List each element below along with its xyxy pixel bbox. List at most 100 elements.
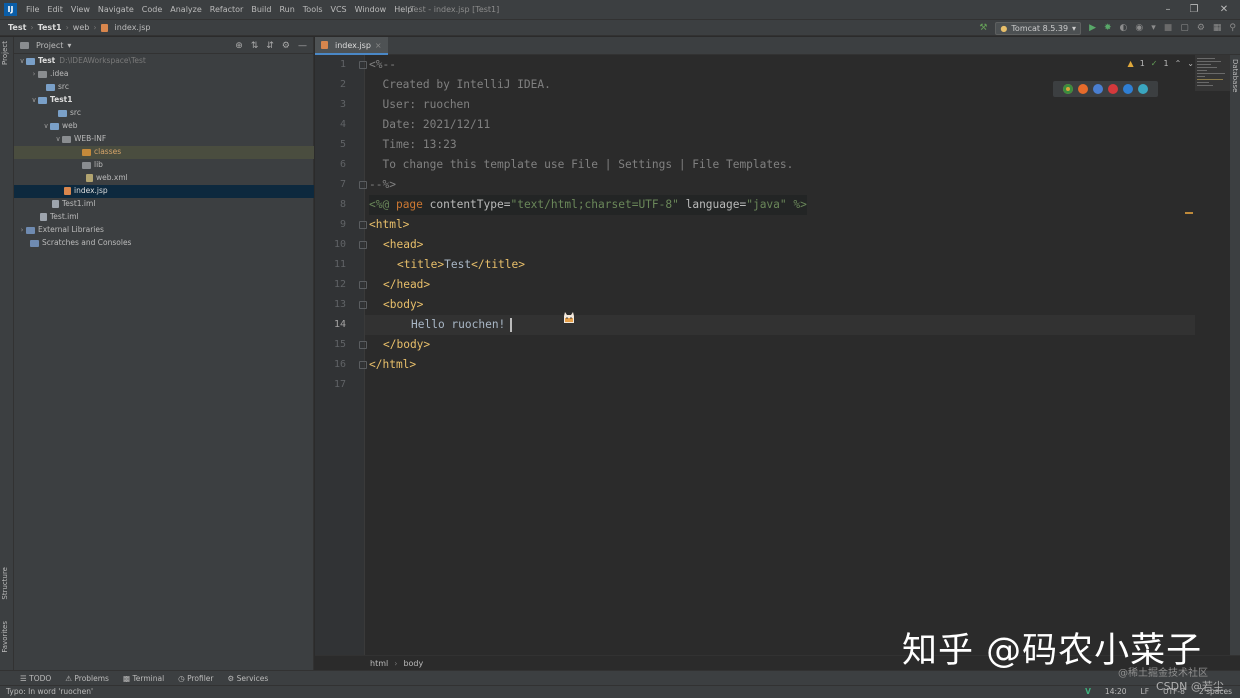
run-configuration-select[interactable]: ● Tomcat 8.5.39 ▾ <box>995 22 1081 35</box>
breadcrumb-html[interactable]: html <box>370 659 388 668</box>
fold-marker-icon[interactable] <box>359 281 367 289</box>
more-run-chevron-icon[interactable]: ▾ <box>1151 23 1156 33</box>
chevron-right-icon[interactable]: › <box>30 68 38 81</box>
close-window-icon[interactable]: ✕ <box>1212 0 1236 19</box>
build-hammer-icon[interactable]: ⚒ <box>979 23 987 33</box>
fold-marker-icon[interactable] <box>359 361 367 369</box>
vcs-icon[interactable]: ▢ <box>1180 23 1189 33</box>
minimize-icon[interactable]: – <box>1156 0 1180 19</box>
project-view-label[interactable]: Project <box>36 41 63 50</box>
tree-item-classes[interactable]: classes <box>14 146 314 159</box>
caret-position[interactable]: 14:20 <box>1105 686 1127 698</box>
favorites-tool-button[interactable]: Favorites <box>1 621 9 653</box>
tree-item-idea[interactable]: › .idea <box>14 68 314 81</box>
tree-label: Scratches and Consoles <box>42 237 131 250</box>
tree-item-web[interactable]: ∨ web <box>14 120 314 133</box>
warning-marker[interactable] <box>1185 212 1193 214</box>
tree-item-test1-src[interactable]: src <box>14 107 314 120</box>
breadcrumb-project[interactable]: Test <box>8 20 26 36</box>
chrome-icon[interactable] <box>1063 84 1073 94</box>
menu-navigate[interactable]: Navigate <box>94 0 138 19</box>
tree-item-lib[interactable]: lib <box>14 159 314 172</box>
menu-edit[interactable]: Edit <box>43 0 67 19</box>
menu-run[interactable]: Run <box>275 0 298 19</box>
tree-item-web-inf[interactable]: ∨ WEB-INF <box>14 133 314 146</box>
menu-file[interactable]: File <box>22 0 43 19</box>
problems-tool-button[interactable]: ⚠ Problems <box>65 674 109 683</box>
menu-analyze[interactable]: Analyze <box>166 0 206 19</box>
tree-item-test1[interactable]: ∨ Test1 <box>14 94 314 107</box>
tree-item-test-iml[interactable]: Test.iml <box>14 211 314 224</box>
fold-marker-icon[interactable] <box>359 241 367 249</box>
code-editor[interactable]: 1 2 3 4 5 6 7 8 9 10 11 12 13 14 15 16 1… <box>315 55 1240 655</box>
breadcrumb-folder[interactable]: web <box>73 20 90 36</box>
chevron-down-icon[interactable]: ∨ <box>18 55 26 68</box>
previous-highlight-icon[interactable]: ⌃ <box>1175 59 1182 68</box>
menu-refactor[interactable]: Refactor <box>206 0 248 19</box>
tree-item-src[interactable]: src <box>14 81 314 94</box>
menu-code[interactable]: Code <box>138 0 166 19</box>
coverage-icon[interactable]: ◐ <box>1120 23 1128 33</box>
profile-icon[interactable]: ◉ <box>1135 23 1143 33</box>
tree-item-external-libraries[interactable]: › External Libraries <box>14 224 314 237</box>
stop-icon[interactable]: ■ <box>1164 23 1173 33</box>
database-tool-button[interactable]: Database <box>1231 59 1239 92</box>
gear-icon[interactable]: ⚙ <box>282 41 290 51</box>
breadcrumb-module[interactable]: Test1 <box>38 20 62 36</box>
code-minimap[interactable] <box>1195 55 1230 91</box>
tree-item-index-jsp[interactable]: index.jsp <box>14 185 314 198</box>
safari-icon[interactable] <box>1093 84 1103 94</box>
menu-tools[interactable]: Tools <box>299 0 327 19</box>
hide-panel-icon[interactable]: — <box>298 41 307 51</box>
terminal-tool-button[interactable]: ▩ Terminal <box>123 674 164 683</box>
run-icon[interactable]: ▶ <box>1089 23 1096 33</box>
tree-item-test1-iml[interactable]: Test1.iml <box>14 198 314 211</box>
menu-view[interactable]: View <box>67 0 94 19</box>
opera-icon[interactable] <box>1108 84 1118 94</box>
search-icon[interactable]: ⚲ <box>1229 23 1236 33</box>
collapse-all-icon[interactable]: ⇵ <box>266 41 274 51</box>
fold-marker-icon[interactable] <box>359 221 367 229</box>
fold-marker-icon[interactable] <box>359 61 367 69</box>
breadcrumb-body[interactable]: body <box>403 659 423 668</box>
line-number-gutter[interactable]: 1 2 3 4 5 6 7 8 9 10 11 12 13 14 15 16 1… <box>315 55 365 655</box>
edge-icon[interactable] <box>1138 84 1148 94</box>
inspection-widget[interactable]: ▲ 1 ✓ 1 ⌃ ⌄ <box>1128 59 1194 68</box>
project-structure-icon[interactable]: ▦ <box>1213 23 1222 33</box>
menu-window[interactable]: Window <box>351 0 391 19</box>
locate-icon[interactable]: ⊕ <box>235 41 243 51</box>
fold-marker-icon[interactable] <box>359 181 367 189</box>
ie-icon[interactable] <box>1123 84 1133 94</box>
todo-tool-button[interactable]: ☰ TODO <box>20 674 51 683</box>
chevron-down-icon[interactable]: ∨ <box>54 133 62 146</box>
fold-marker-icon[interactable] <box>359 341 367 349</box>
line-separator[interactable]: LF <box>1141 686 1150 698</box>
debug-icon[interactable]: ✸ <box>1104 23 1112 33</box>
restore-icon[interactable]: ❐ <box>1182 0 1206 19</box>
expand-all-icon[interactable]: ⇅ <box>251 41 259 51</box>
services-tool-button[interactable]: ⚙ Services <box>228 674 269 683</box>
project-tool-button[interactable]: Project <box>1 41 9 65</box>
breadcrumb-file[interactable]: index.jsp <box>115 20 151 36</box>
structure-tool-button[interactable]: Structure <box>1 567 9 600</box>
tree-item-web-xml[interactable]: web.xml <box>14 172 314 185</box>
folder-icon <box>82 162 91 169</box>
chevron-down-icon[interactable]: ∨ <box>42 120 50 133</box>
menu-build[interactable]: Build <box>247 0 275 19</box>
close-tab-icon[interactable]: × <box>375 41 382 50</box>
editor-tab-bar: index.jsp × <box>315 37 1240 55</box>
tree-item-scratches[interactable]: Scratches and Consoles <box>14 237 314 250</box>
firefox-icon[interactable] <box>1078 84 1088 94</box>
fold-marker-icon[interactable] <box>359 301 367 309</box>
tree-item-test[interactable]: ∨ Test D:\IDEAWorkspace\Test <box>14 55 314 68</box>
next-highlight-icon[interactable]: ⌄ <box>1187 59 1194 68</box>
chevron-down-icon[interactable]: ▾ <box>67 41 71 50</box>
chevron-right-icon[interactable]: › <box>18 224 26 237</box>
settings-icon[interactable]: ⚙ <box>1197 23 1205 33</box>
tab-index-jsp[interactable]: index.jsp × <box>315 37 388 55</box>
chevron-down-icon[interactable]: ∨ <box>30 94 38 107</box>
status-message[interactable]: Typo: In word 'ruochen' <box>6 686 93 698</box>
menu-vcs[interactable]: VCS <box>327 0 351 19</box>
profiler-tool-button[interactable]: ◷ Profiler <box>178 674 213 683</box>
intellij-app-icon[interactable]: IJ <box>4 3 17 16</box>
